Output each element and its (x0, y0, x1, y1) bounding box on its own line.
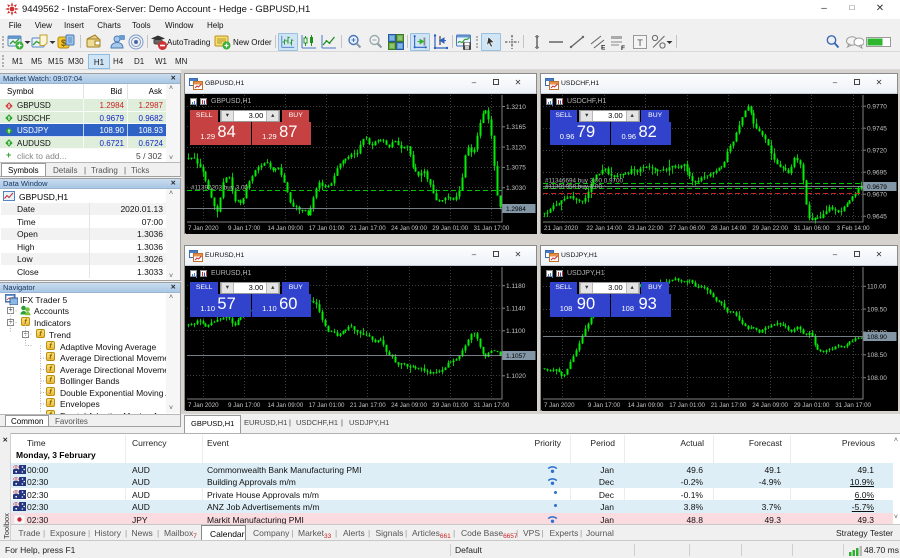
svg-text:1.1180: 1.1180 (506, 283, 526, 290)
svg-text:108.90: 108.90 (867, 334, 887, 341)
svg-text:24 Jan 09:00: 24 Jan 09:00 (391, 225, 427, 232)
svg-text:21 Jan 2020: 21 Jan 2020 (544, 225, 579, 232)
svg-text:29 Jan 01:00: 29 Jan 01:00 (794, 402, 830, 409)
svg-text:9 Jan 17:00: 9 Jan 17:00 (228, 225, 261, 232)
svg-text:1.3075: 1.3075 (506, 165, 526, 172)
svg-text:1.1020: 1.1020 (506, 373, 526, 380)
svg-text:29 Jan 22:00: 29 Jan 22:00 (752, 225, 788, 232)
svg-text:#11391958 buy 3.00: #11391958 buy 3.00 (545, 184, 602, 191)
svg-text:27 Jan 06:00: 27 Jan 06:00 (669, 225, 705, 232)
svg-text:0.9670: 0.9670 (867, 192, 887, 199)
svg-text:17 Jan 01:00: 17 Jan 01:00 (669, 402, 705, 409)
svg-text:31 Jan 17:00: 31 Jan 17:00 (835, 402, 871, 409)
svg-text:108.00: 108.00 (867, 375, 887, 382)
svg-text:1.1057: 1.1057 (506, 353, 526, 360)
svg-text:14 Jan 09:00: 14 Jan 09:00 (268, 402, 304, 409)
svg-text:7 Jan 2020: 7 Jan 2020 (544, 402, 575, 409)
svg-text:31 Jan 17:00: 31 Jan 17:00 (474, 402, 510, 409)
svg-text:1.1100: 1.1100 (506, 328, 526, 335)
svg-text:1.1140: 1.1140 (506, 306, 526, 313)
svg-text:1.3210: 1.3210 (506, 104, 526, 111)
svg-text:1.2984: 1.2984 (506, 206, 526, 213)
svg-text:29 Jan 01:00: 29 Jan 01:00 (432, 225, 468, 232)
svg-text:14 Jan 09:00: 14 Jan 09:00 (628, 402, 664, 409)
svg-text:$: $ (61, 38, 66, 48)
svg-text:9 Jan 17:00: 9 Jan 17:00 (228, 402, 261, 409)
svg-text:0.9679: 0.9679 (867, 184, 887, 191)
svg-text:24 Jan 09:00: 24 Jan 09:00 (391, 402, 427, 409)
svg-text:28 Jan 14:00: 28 Jan 14:00 (711, 225, 747, 232)
svg-text:24 Jan 09:00: 24 Jan 09:00 (752, 402, 788, 409)
svg-text:1.3165: 1.3165 (506, 124, 526, 131)
svg-text:0.9645: 0.9645 (867, 214, 887, 221)
svg-text:31 Jan 06:00: 31 Jan 06:00 (794, 225, 830, 232)
svg-text:108.50: 108.50 (867, 352, 887, 359)
svg-text:#11392203 buy 3.00: #11392203 buy 3.00 (191, 185, 248, 192)
svg-text:21 Jan 17:00: 21 Jan 17:00 (350, 402, 386, 409)
svg-text:3 Feb 14:00: 3 Feb 14:00 (837, 225, 871, 232)
svg-text:0.9745: 0.9745 (867, 126, 887, 133)
svg-text:7 Jan 2020: 7 Jan 2020 (188, 225, 219, 232)
svg-text:22 Jan 14:00: 22 Jan 14:00 (586, 225, 622, 232)
svg-text:1.3030: 1.3030 (506, 185, 526, 192)
svg-text:0.9695: 0.9695 (867, 170, 887, 177)
svg-text:E: E (601, 45, 606, 52)
svg-text:21 Jan 17:00: 21 Jan 17:00 (711, 402, 747, 409)
svg-text:T: T (637, 38, 643, 49)
svg-text:17 Jan 01:00: 17 Jan 01:00 (309, 225, 345, 232)
svg-text:9 Jan 17:00: 9 Jan 17:00 (588, 402, 621, 409)
svg-text:14 Jan 09:00: 14 Jan 09:00 (268, 225, 304, 232)
svg-text:21 Jan 17:00: 21 Jan 17:00 (350, 225, 386, 232)
svg-text:109.50: 109.50 (867, 306, 887, 313)
svg-text:31 Jan 17:00: 31 Jan 17:00 (474, 225, 510, 232)
svg-text:1.3120: 1.3120 (506, 144, 526, 151)
svg-text:7 Jan 2020: 7 Jan 2020 (188, 402, 219, 409)
svg-text:F: F (621, 45, 625, 51)
svg-text:23 Jan 22:00: 23 Jan 22:00 (628, 225, 664, 232)
svg-text:17 Jan 01:00: 17 Jan 01:00 (309, 402, 345, 409)
svg-text:0.9720: 0.9720 (867, 148, 887, 155)
svg-text:29 Jan 01:00: 29 Jan 01:00 (432, 402, 468, 409)
svg-text:110.00: 110.00 (867, 284, 887, 291)
svg-text:0.9770: 0.9770 (867, 104, 887, 111)
